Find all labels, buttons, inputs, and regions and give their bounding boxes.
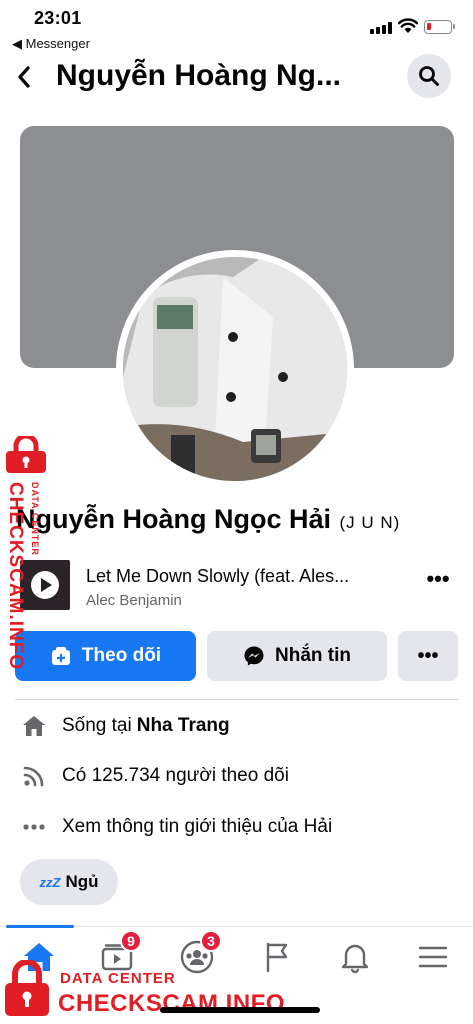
profile-header: Nguyễn Hoàng Ng... xyxy=(0,54,473,98)
home-icon xyxy=(20,714,48,738)
info-about[interactable]: Xem thông tin giới thiệu của Hải xyxy=(20,812,460,842)
messenger-icon xyxy=(243,645,265,667)
add-friend-icon xyxy=(50,645,72,667)
play-icon[interactable] xyxy=(31,571,59,599)
profile-nickname: (J U N) xyxy=(339,513,401,532)
about-link[interactable]: Xem thông tin giới thiệu của Hải xyxy=(62,816,332,838)
more-options-button[interactable]: ••• xyxy=(398,631,458,681)
watermark-vertical: CHECKSCAM.INFO DATA CENTER xyxy=(4,482,40,670)
search-icon xyxy=(419,66,439,86)
divider xyxy=(15,699,458,700)
watermark-tagline: DATA CENTER xyxy=(30,482,40,556)
watch-badge: 9 xyxy=(120,930,142,952)
signal-icon xyxy=(370,22,392,34)
profile-name: Nguyễn Hoàng Ngọc Hải xyxy=(16,504,332,534)
follow-label: Theo dõi xyxy=(81,645,162,666)
nav-menu[interactable] xyxy=(408,932,458,982)
nav-active-indicator xyxy=(6,925,74,928)
song-artist: Alec Benjamin xyxy=(86,592,182,609)
flag-icon xyxy=(266,942,288,973)
profile-name-row: Nguyễn Hoàng Ngọc Hải (J U N) xyxy=(16,504,466,535)
profile-music[interactable]: Let Me Down Slowly (feat. Ales... Alec B… xyxy=(16,560,457,612)
status-bar: 23:01 ◀ Messenger xyxy=(0,0,473,54)
watermark-brand: CHECKSCAM.INFO xyxy=(5,482,26,671)
groups-badge: 3 xyxy=(200,930,222,952)
nav-pages[interactable] xyxy=(252,932,302,982)
profile-picture[interactable] xyxy=(116,250,354,488)
back-to-messenger[interactable]: ◀ Messenger xyxy=(12,36,90,52)
menu-icon xyxy=(418,946,448,968)
watermark-lock-icon xyxy=(2,433,50,479)
song-title: Let Me Down Slowly (feat. Ales... xyxy=(86,566,350,586)
info-followers: Có 125.734 người theo dõi xyxy=(20,761,460,791)
nav-groups[interactable]: 3 xyxy=(172,930,222,982)
lives-in-prefix: Sống tại xyxy=(62,715,132,736)
rss-icon xyxy=(20,764,48,788)
followers-count: Có 125.734 người theo dõi xyxy=(62,765,289,786)
bell-icon xyxy=(341,944,369,973)
watermark-lock-icon-bottom xyxy=(2,959,52,1023)
follow-button[interactable]: Theo dõi xyxy=(15,631,196,681)
music-more-button[interactable]: ••• xyxy=(424,566,452,596)
status-pill[interactable]: zzZ Ngủ xyxy=(20,859,118,905)
nav-notifications[interactable] xyxy=(330,932,380,982)
back-button[interactable] xyxy=(14,58,44,94)
album-cover[interactable] xyxy=(20,560,70,610)
lives-in-city[interactable]: Nha Trang xyxy=(137,715,230,737)
search-button[interactable] xyxy=(407,54,451,98)
sleeping-icon: zzZ xyxy=(39,874,61,890)
status-time: 23:01 xyxy=(34,8,82,28)
chevron-left-icon xyxy=(18,66,30,88)
home-indicator xyxy=(160,1007,320,1013)
wifi-icon xyxy=(397,18,419,34)
status-label: Ngủ xyxy=(65,872,99,891)
message-button[interactable]: Nhắn tin xyxy=(207,631,387,681)
watermark-bottom-brand: CHECKSCAM.INFO xyxy=(58,990,285,1017)
page-title: Nguyễn Hoàng Ng... xyxy=(56,59,341,92)
watermark-bottom-tagline: DATA CENTER xyxy=(60,970,176,987)
battery-icon xyxy=(424,20,455,34)
avatar xyxy=(123,257,347,481)
more-dots-icon xyxy=(20,823,48,831)
info-lives-in: Sống tại Nha Trang xyxy=(20,711,460,741)
message-label: Nhắn tin xyxy=(275,645,351,666)
